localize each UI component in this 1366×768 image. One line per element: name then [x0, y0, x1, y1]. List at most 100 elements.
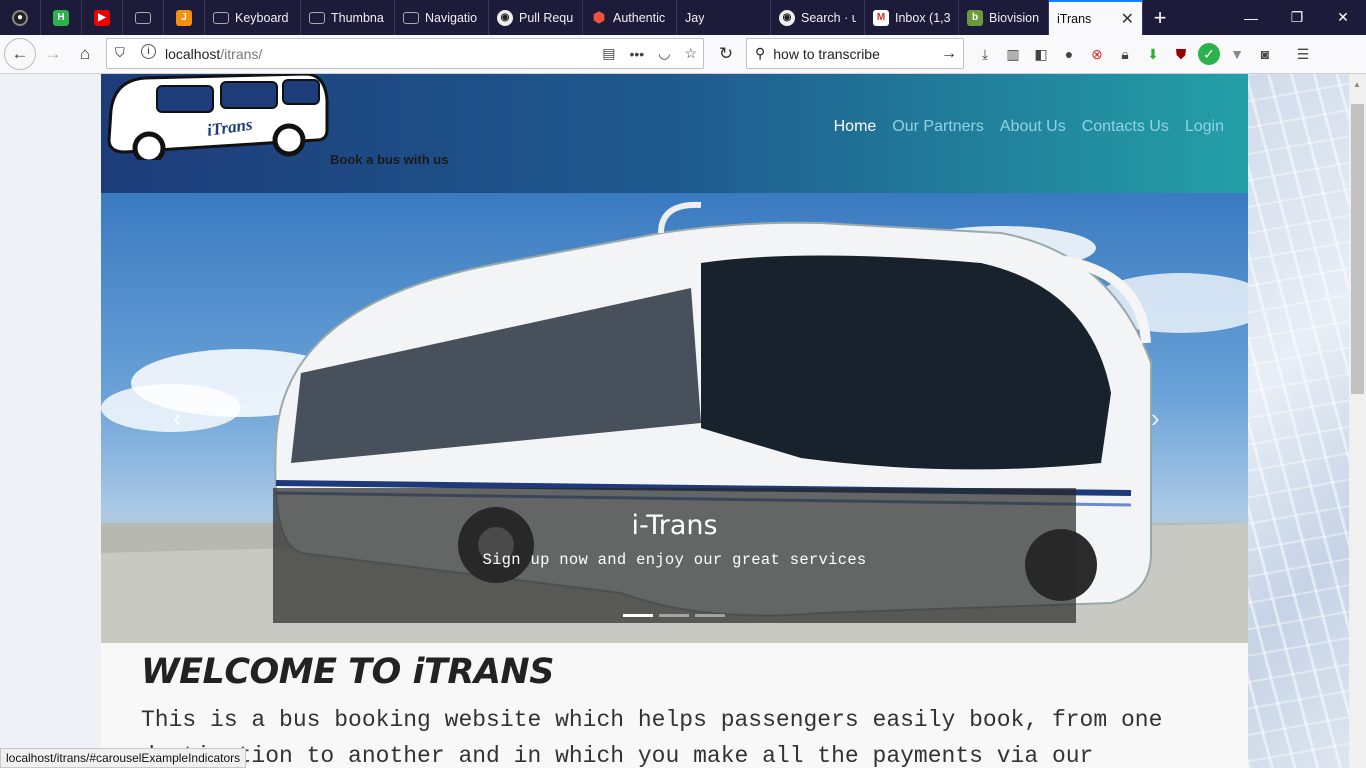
carousel-indicator[interactable]: [695, 614, 725, 617]
scroll-up-icon[interactable]: ▲: [1353, 80, 1361, 89]
carousel-indicators: [623, 614, 725, 617]
nav-about-us[interactable]: About Us: [1000, 118, 1066, 136]
nav-home[interactable]: Home: [834, 118, 877, 136]
tab-youtube[interactable]: ▶: [82, 0, 123, 35]
info-icon: i: [141, 44, 156, 59]
close-tab-icon[interactable]: ✕: [1121, 9, 1134, 29]
site-tagline: Book a bus with us: [330, 152, 449, 167]
toolbar-icons: ⤓ ▥ ◧ ● ⊗ 🔒︎ ⬇ ⛊ ✓ ▼ ◙ ☰: [974, 35, 1314, 73]
tab-label: Authentic: [613, 10, 666, 25]
carousel-indicator[interactable]: [659, 614, 689, 617]
carousel-indicator[interactable]: [623, 614, 653, 617]
home-icon: ⌂: [79, 44, 91, 63]
monitor-icon: [135, 11, 151, 24]
shield-icon: ⛉: [115, 45, 125, 60]
status-bar: localhost/itrans/#carouselExampleIndicat…: [0, 748, 247, 768]
vue-devtools-icon[interactable]: ▼: [1226, 43, 1248, 65]
check-extension-icon[interactable]: ✓: [1198, 43, 1220, 65]
tab-monitor[interactable]: [123, 0, 164, 35]
browser-toolbar: ← → ⌂ ⛉ i localhost/itrans/ ▤ ••• ◡ ☆ ↻ …: [0, 35, 1366, 74]
home-button[interactable]: ⌂: [69, 38, 101, 70]
site-header: iTrans Book a bus with us Home Our Partn…: [101, 74, 1248, 193]
download-icon[interactable]: ⤓: [974, 43, 996, 65]
new-tab-button[interactable]: +: [1143, 0, 1177, 35]
restore-button[interactable]: ❐: [1274, 0, 1320, 35]
tab-thumbnail[interactable]: Thumbna: [301, 0, 395, 35]
screenshot-icon[interactable]: ◙: [1254, 43, 1276, 65]
youtube-icon: ▶: [94, 9, 110, 26]
page-viewport: ▲ iTrans Book a bus with us Home Our Par…: [0, 74, 1366, 768]
reload-icon: ↻: [718, 44, 734, 63]
close-window-button[interactable]: ✕: [1320, 0, 1366, 35]
biovision-icon: b: [967, 9, 983, 26]
tab-label: Search · u: [801, 10, 856, 25]
pocket-icon[interactable]: ◡: [658, 45, 670, 62]
tab-inbox[interactable]: M Inbox (1,3: [865, 0, 959, 35]
blocker-icon[interactable]: ⊗: [1086, 43, 1108, 65]
search-icon: ⚲: [755, 45, 766, 61]
tab-itrans[interactable]: iTrans ✕: [1049, 0, 1143, 35]
nav-login[interactable]: Login: [1185, 118, 1224, 136]
forward-button[interactable]: →: [37, 38, 69, 70]
carousel-next-icon[interactable]: ›: [1151, 403, 1160, 434]
j-icon: J: [176, 9, 192, 26]
welcome-heading: WELCOME TO iTRANS: [141, 652, 554, 692]
reload-button[interactable]: ↻: [710, 38, 742, 70]
tab-label: Keyboard: [235, 10, 289, 25]
gmail-icon: M: [873, 9, 889, 26]
back-button[interactable]: ←: [4, 38, 36, 70]
tab-label: Inbox (1,3: [895, 10, 950, 25]
main-nav: Home Our Partners About Us Contacts Us L…: [834, 118, 1224, 136]
library-icon[interactable]: ▥: [1002, 43, 1024, 65]
minimize-button[interactable]: —: [1228, 0, 1274, 35]
tab-j[interactable]: J: [164, 0, 205, 35]
bookmark-star-icon[interactable]: ☆: [684, 45, 697, 62]
tab-jay[interactable]: Jay: [677, 0, 771, 35]
url-host: localhost: [165, 45, 221, 62]
tab-label: Pull Requ: [519, 10, 574, 25]
tab-pull-requests[interactable]: ◉ Pull Requ: [489, 0, 583, 35]
tab-search[interactable]: ◉ Search · u: [771, 0, 865, 35]
tab-authentication[interactable]: ⬢ Authentic: [583, 0, 677, 35]
github-icon: ◉: [497, 9, 513, 26]
page-actions-icon[interactable]: •••: [630, 46, 645, 62]
menu-icon[interactable]: ☰: [1292, 43, 1314, 65]
nav-our-partners[interactable]: Our Partners: [892, 118, 984, 136]
url-bar[interactable]: ⛉ i localhost/itrans/ ▤ ••• ◡ ☆: [106, 38, 704, 69]
tab-label: iTrans: [1057, 11, 1092, 26]
h-extension-icon: H: [53, 9, 69, 26]
hero-carousel: ‹ › i-Trans Sign up now and enjoy our gr…: [101, 193, 1248, 643]
tab-navigation[interactable]: Navigatio: [395, 0, 489, 35]
tab-keyboard[interactable]: Keyboard: [205, 0, 301, 35]
tab-record[interactable]: ●: [0, 0, 41, 35]
tab-biovision[interactable]: b Biovision: [959, 0, 1049, 35]
search-input[interactable]: how to transcribe: [773, 46, 880, 62]
monitor-icon: [403, 11, 419, 24]
carousel-prev-icon[interactable]: ‹: [173, 403, 182, 434]
lock-extension-icon[interactable]: 🔒︎: [1114, 43, 1136, 65]
scrollbar-thumb[interactable]: [1351, 104, 1364, 394]
monitor-icon: [309, 11, 325, 24]
url-actions: ▤ ••• ◡ ☆: [602, 39, 697, 68]
site-container: iTrans Book a bus with us Home Our Partn…: [101, 74, 1248, 768]
github-icon: ◉: [779, 9, 795, 26]
itrans-logo[interactable]: iTrans: [105, 74, 331, 165]
reader-view-icon[interactable]: ▤: [602, 45, 615, 62]
laravel-icon: ⬢: [592, 9, 606, 25]
carousel-caption: i-Trans Sign up now and enjoy our great …: [273, 488, 1076, 623]
intro-paragraph: This is a bus booking website which help…: [141, 707, 1163, 768]
vertical-scrollbar[interactable]: ▲: [1349, 74, 1366, 768]
sidebar-icon[interactable]: ◧: [1030, 43, 1052, 65]
search-go-icon[interactable]: →: [941, 45, 957, 63]
search-bar[interactable]: ⚲ how to transcribe →: [746, 38, 964, 69]
account-icon[interactable]: ●: [1058, 43, 1080, 65]
record-icon: ●: [12, 9, 28, 26]
carousel-subtitle: Sign up now and enjoy our great services: [482, 551, 867, 569]
ublock-icon[interactable]: ⛊: [1170, 43, 1192, 65]
window-controls: — ❐ ✕: [1228, 0, 1366, 35]
nav-contacts-us[interactable]: Contacts Us: [1082, 118, 1169, 136]
tab-h-extension[interactable]: H: [41, 0, 82, 35]
carousel-title: i-Trans: [631, 510, 718, 541]
forward-arrow-icon: →: [44, 44, 62, 63]
download-manager-icon[interactable]: ⬇: [1142, 43, 1164, 65]
